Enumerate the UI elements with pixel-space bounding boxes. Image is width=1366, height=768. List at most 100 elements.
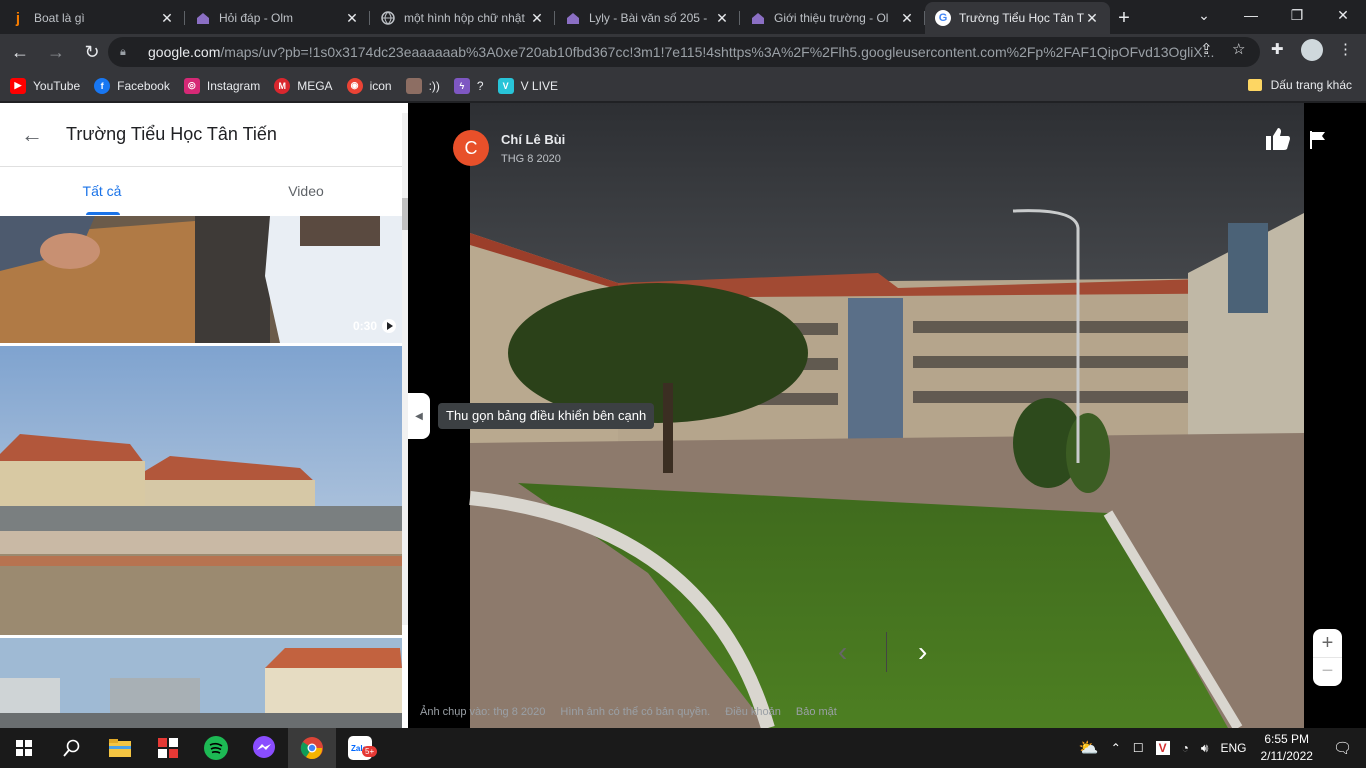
collapse-tooltip: Thu gọn bảng điều khiển bên cạnh [438, 403, 655, 429]
share-icon[interactable]: ⇪ [1200, 40, 1213, 58]
bookmark-label: Instagram [206, 78, 261, 93]
photo-thumbnail[interactable] [0, 346, 402, 635]
spotify-icon[interactable] [192, 728, 240, 768]
zoom-out-button[interactable]: − [1313, 657, 1342, 685]
tab-truong-tieu-hoc[interactable]: G Trường Tiểu Học Tân T ✕ [925, 2, 1110, 34]
wifi-icon[interactable]: ◔ [1182, 741, 1189, 755]
address-bar[interactable]: 🔒︎ google.com /maps/uv?pb=!1s0x3174dc23e… [108, 37, 1260, 67]
tab-close-icon[interactable]: ✕ [529, 10, 545, 27]
extensions-icon[interactable]: ✚ [1271, 40, 1284, 58]
tab-boat[interactable]: j Boat là gì ✕ [0, 2, 185, 34]
author-avatar[interactable]: C [453, 130, 489, 166]
chrome-taskbar-icon[interactable] [288, 728, 336, 768]
tab-title: Boat là gì [34, 11, 85, 25]
olm-icon [565, 10, 581, 26]
video-thumbnail[interactable]: 0:30 [0, 216, 402, 343]
bookmark-star-icon[interactable]: ☆ [1232, 40, 1245, 58]
caret-left-icon: ◀ [415, 410, 423, 422]
forward-button[interactable]: → [40, 36, 72, 68]
tab-close-icon[interactable]: ✕ [159, 10, 175, 27]
clock-date: 2/11/2022 [1260, 749, 1313, 763]
weather-icon[interactable]: ⛅ [1079, 738, 1099, 758]
lock-icon: 🔒︎ [120, 45, 126, 58]
search-icon: ◉ [346, 77, 363, 94]
windows-start-icon[interactable] [0, 728, 48, 768]
zoom-control: + − [1313, 629, 1342, 686]
tab-close-icon[interactable]: ✕ [714, 10, 730, 27]
volume-icon[interactable]: 🔊︎ [1201, 741, 1209, 756]
menu-icon[interactable]: ⋮ [1338, 40, 1353, 58]
bookmark-smile[interactable]: :)) [405, 77, 440, 94]
report-flag-icon[interactable] [1309, 130, 1327, 155]
file-explorer-icon[interactable] [96, 728, 144, 768]
bookmark-label: ? [476, 78, 484, 93]
vietkey-icon[interactable]: V [1155, 741, 1170, 755]
bookmark-youtube[interactable]: ▶ YouTube [10, 77, 81, 94]
bookmark-instagram[interactable]: ◎ Instagram [183, 77, 261, 94]
olm-icon [750, 10, 766, 26]
tab-close-icon[interactable]: ✕ [344, 10, 360, 27]
tab-all[interactable]: Tất cả [0, 167, 204, 215]
back-arrow-icon[interactable]: ← [0, 122, 64, 148]
tab-video[interactable]: Video [204, 167, 408, 215]
restore-button[interactable]: ❐ [1274, 0, 1320, 30]
new-tab-button[interactable]: + [1110, 2, 1138, 34]
place-title: Trường Tiểu Học Tân Tiến [66, 124, 277, 144]
bookmark-facebook[interactable]: f Facebook [94, 77, 170, 94]
notification-icon[interactable]: 🗨︎ [1333, 739, 1352, 757]
thumbs-up-icon[interactable] [1265, 127, 1291, 156]
onedrive-icon[interactable]: ☐ [1133, 741, 1144, 755]
app-grid-icon[interactable] [144, 728, 192, 768]
copyright-link[interactable]: Hình ảnh có thể có bản quyền. [560, 706, 710, 718]
reload-button[interactable]: ↻ [76, 36, 108, 68]
prev-photo-icon[interactable]: ‹ [838, 636, 847, 668]
tab-close-icon[interactable]: ✕ [1084, 10, 1100, 27]
zoom-in-button[interactable]: + [1313, 629, 1342, 657]
bookmark-label: YouTube [33, 78, 81, 93]
bookmarks-bar: ▶ YouTube f Facebook ◎ Instagram M MEGA ◉ ico… [0, 70, 1366, 102]
close-window-button[interactable]: ✕ [1320, 0, 1366, 30]
browser-toolbar: ← → ↻ 🔒︎ google.com /maps/uv?pb=!1s0x317… [0, 34, 1366, 70]
search-icon[interactable] [48, 728, 96, 768]
privacy-link[interactable]: Bảo mật [796, 706, 837, 718]
tab-olm-hoidap[interactable]: Hỏi đáp - Olm ✕ [185, 2, 370, 34]
tab-hinh-hop[interactable]: một hình hộp chữ nhật ✕ [370, 2, 555, 34]
messenger-icon[interactable] [240, 728, 288, 768]
tab-title: Trường Tiểu Học Tân T [959, 11, 1084, 25]
profile-avatar[interactable] [1301, 39, 1323, 61]
olm-icon [195, 10, 211, 26]
language-indicator[interactable]: ENG [1220, 741, 1246, 755]
tab-close-icon[interactable]: ✕ [899, 10, 915, 27]
tab-search-chevron-icon[interactable]: ⌄ [1181, 0, 1227, 30]
other-bookmarks[interactable]: Dấu trang khác [1247, 78, 1352, 92]
clock[interactable]: 6:55 PM 2/11/2022 [1260, 731, 1313, 765]
tab-title: Hỏi đáp - Olm [219, 11, 294, 25]
bookmark-mega[interactable]: M MEGA [274, 77, 333, 94]
bookmark-question[interactable]: ϟ? [453, 77, 484, 94]
author-name[interactable]: Chí Lê Bùi [501, 132, 565, 147]
minimize-button[interactable]: — [1228, 0, 1274, 30]
back-button[interactable]: ← [4, 36, 36, 68]
zalo-icon[interactable]: Zalo 5+ [336, 728, 384, 768]
tab-strip: j Boat là gì ✕ Hỏi đáp - Olm ✕ một hình … [0, 0, 1366, 34]
collapse-panel-button[interactable]: ◀ [408, 393, 430, 439]
tab-lyly[interactable]: Lyly - Bài văn số 205 - ✕ [555, 2, 740, 34]
globe-icon [380, 10, 396, 26]
photo-author[interactable]: C Chí Lê Bùi THG 8 2020 [453, 130, 565, 166]
author-info: Chí Lê Bùi THG 8 2020 [501, 132, 565, 165]
chevron-up-icon[interactable]: ⌃ [1111, 741, 1121, 755]
bookmark-vlive[interactable]: V V LIVE [497, 77, 558, 94]
terms-link[interactable]: Điều khoản [725, 706, 781, 718]
next-photo-icon[interactable]: › [918, 636, 927, 668]
url-host: google.com [148, 44, 221, 60]
photo-thumbnail[interactable] [0, 638, 402, 728]
windows-taskbar: Zalo 5+ ⛅ ⌃ ☐ V ◔ 🔊︎ ENG 6:55 PM 2/11/20… [0, 728, 1366, 768]
photo-filter-tabs: Tất cả Video [0, 167, 408, 215]
photos-side-panel: ← Trường Tiểu Học Tân Tiến Tất cả Video … [0, 103, 408, 728]
bookmark-icon[interactable]: ◉ icon [346, 77, 392, 94]
tab-gioi-thieu[interactable]: Giới thiệu trường - Ol ✕ [740, 2, 925, 34]
duration-label: 0:30 [352, 319, 377, 333]
capture-date: Ảnh chụp vào: thg 8 2020 [420, 706, 546, 718]
classroom-photo [0, 216, 402, 343]
tab-title: Lyly - Bài văn số 205 - [589, 11, 708, 25]
